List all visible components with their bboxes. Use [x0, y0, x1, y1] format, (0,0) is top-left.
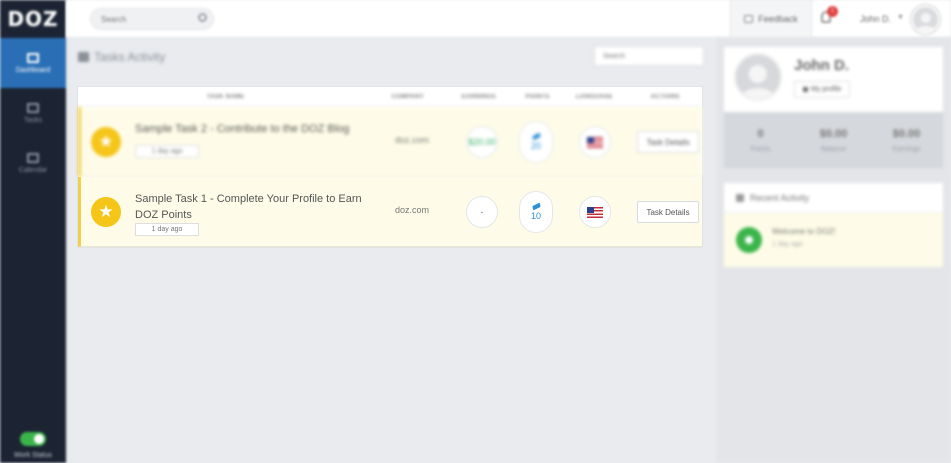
stat-points: 0 Points	[724, 112, 797, 168]
monitor-icon	[27, 52, 39, 63]
column-header-task-name[interactable]: TASK NAME	[78, 94, 373, 100]
page-title-text: Tasks Activity	[94, 50, 166, 64]
avatar[interactable]	[734, 53, 782, 101]
activity-icon	[736, 193, 744, 202]
sidebar-item-calendar[interactable]: Calendar	[0, 138, 66, 188]
star-icon: ★	[91, 127, 121, 157]
us-flag-icon	[587, 206, 603, 218]
user-menu-name[interactable]: John D.	[860, 14, 891, 24]
feedback-label: Feedback	[758, 14, 798, 24]
column-header-actions[interactable]: ACTIONS	[628, 94, 702, 100]
task-title[interactable]: Sample Task 2 - Contribute to the DOZ Bl…	[135, 121, 375, 137]
chat-icon	[744, 15, 754, 23]
tasks-icon	[27, 102, 39, 113]
topbar: Feedback 1 John D. ▼	[66, 0, 951, 38]
stat-label: Balance	[820, 145, 847, 153]
activity-time: 1 day ago	[772, 241, 803, 248]
column-header-company[interactable]: COMPANY	[373, 94, 443, 100]
lock-icon	[803, 87, 808, 92]
stat-label: Points	[750, 145, 771, 153]
task-title[interactable]: Sample Task 1 - Complete Your Profile to…	[135, 191, 375, 223]
recent-activity-panel: Recent Activity Welcome to DOZ! 1 day ag…	[723, 182, 944, 268]
stat-value: $0.00	[892, 127, 921, 140]
star-icon: ★	[91, 197, 121, 227]
my-profile-button[interactable]: My profile	[794, 81, 851, 98]
task-language	[579, 196, 611, 228]
table-row[interactable]: ★ Sample Task 2 - Contribute to the DOZ …	[78, 107, 702, 177]
sidebar: DOZ Dashboard Tasks Calendar Work Status	[0, 0, 66, 463]
profile-name: John D.	[794, 57, 849, 74]
stat-earnings: $0.00 Earnings	[870, 112, 943, 168]
global-search-input[interactable]	[90, 8, 214, 30]
notification-badge: 1	[827, 6, 838, 17]
page-title: Tasks Activity	[78, 50, 165, 64]
column-header-language[interactable]: LANGUAGE	[560, 94, 628, 100]
task-points-value: 20	[530, 140, 541, 151]
profile-card: John D. My profile 0 Points $0.00 Balanc…	[723, 46, 944, 168]
avatar[interactable]	[911, 5, 940, 34]
main-content: Tasks Activity TASK NAME COMPANY EARNING…	[66, 38, 716, 463]
column-header-points[interactable]: POINTS	[515, 94, 561, 100]
list-icon	[78, 52, 89, 62]
list-item[interactable]: Welcome to DOZ! 1 day ago	[724, 213, 943, 267]
task-points: 20	[519, 121, 553, 163]
recent-activity-title: Recent Activity	[750, 192, 810, 203]
stat-balance: $0.00 Balance	[797, 112, 870, 168]
recent-activity-header: Recent Activity	[724, 183, 943, 213]
app-logo[interactable]: DOZ	[0, 0, 66, 38]
sidebar-item-label: Tasks	[24, 116, 42, 124]
task-time: 1 day ago	[135, 223, 199, 236]
stat-label: Earnings	[892, 145, 921, 153]
task-language	[579, 126, 611, 158]
task-earnings: -	[466, 196, 498, 228]
chevron-down-icon[interactable]: ▼	[897, 14, 904, 21]
task-points-value: 10	[530, 210, 541, 221]
table-header: TASK NAME COMPANY EARNINGS POINTS LANGUA…	[78, 87, 702, 107]
ticket-icon	[531, 202, 541, 210]
task-time: 1 day ago	[135, 145, 199, 158]
right-panel: John D. My profile 0 Points $0.00 Balanc…	[716, 38, 951, 463]
task-details-button[interactable]: Task Details	[637, 131, 699, 153]
table-row[interactable]: ★ Sample Task 1 - Complete Your Profile …	[78, 177, 702, 247]
task-points: 10	[519, 191, 553, 233]
sidebar-item-label: Calendar	[18, 166, 48, 174]
search-icon[interactable]	[198, 13, 207, 22]
task-details-button[interactable]: Task Details	[637, 201, 699, 223]
stat-value: 0	[757, 127, 764, 140]
work-status-toggle[interactable]	[20, 432, 46, 446]
feedback-button[interactable]: Feedback	[730, 0, 812, 38]
sidebar-item-dashboard[interactable]: Dashboard	[0, 38, 66, 88]
task-earnings: $20.00	[466, 126, 498, 158]
sidebar-item-label: Dashboard	[15, 66, 51, 74]
tasks-search-input[interactable]	[594, 46, 704, 66]
ticket-icon	[531, 132, 541, 140]
work-status-label: Work Status	[14, 452, 52, 459]
sidebar-item-tasks[interactable]: Tasks	[0, 88, 66, 138]
task-company: doz.com	[394, 135, 429, 145]
tasks-table: TASK NAME COMPANY EARNINGS POINTS LANGUA…	[77, 86, 703, 248]
my-profile-label: My profile	[811, 86, 842, 93]
profile-stats: 0 Points $0.00 Balance $0.00 Earnings	[724, 112, 943, 168]
column-header-earnings[interactable]: EARNINGS	[443, 94, 515, 100]
work-status: Work Status	[0, 432, 66, 459]
task-company: doz.com	[394, 205, 429, 215]
us-flag-icon	[587, 136, 603, 148]
activity-dot-icon	[736, 227, 762, 253]
calendar-icon	[27, 152, 39, 163]
activity-text: Welcome to DOZ!	[772, 227, 836, 236]
stat-value: $0.00	[819, 127, 848, 140]
